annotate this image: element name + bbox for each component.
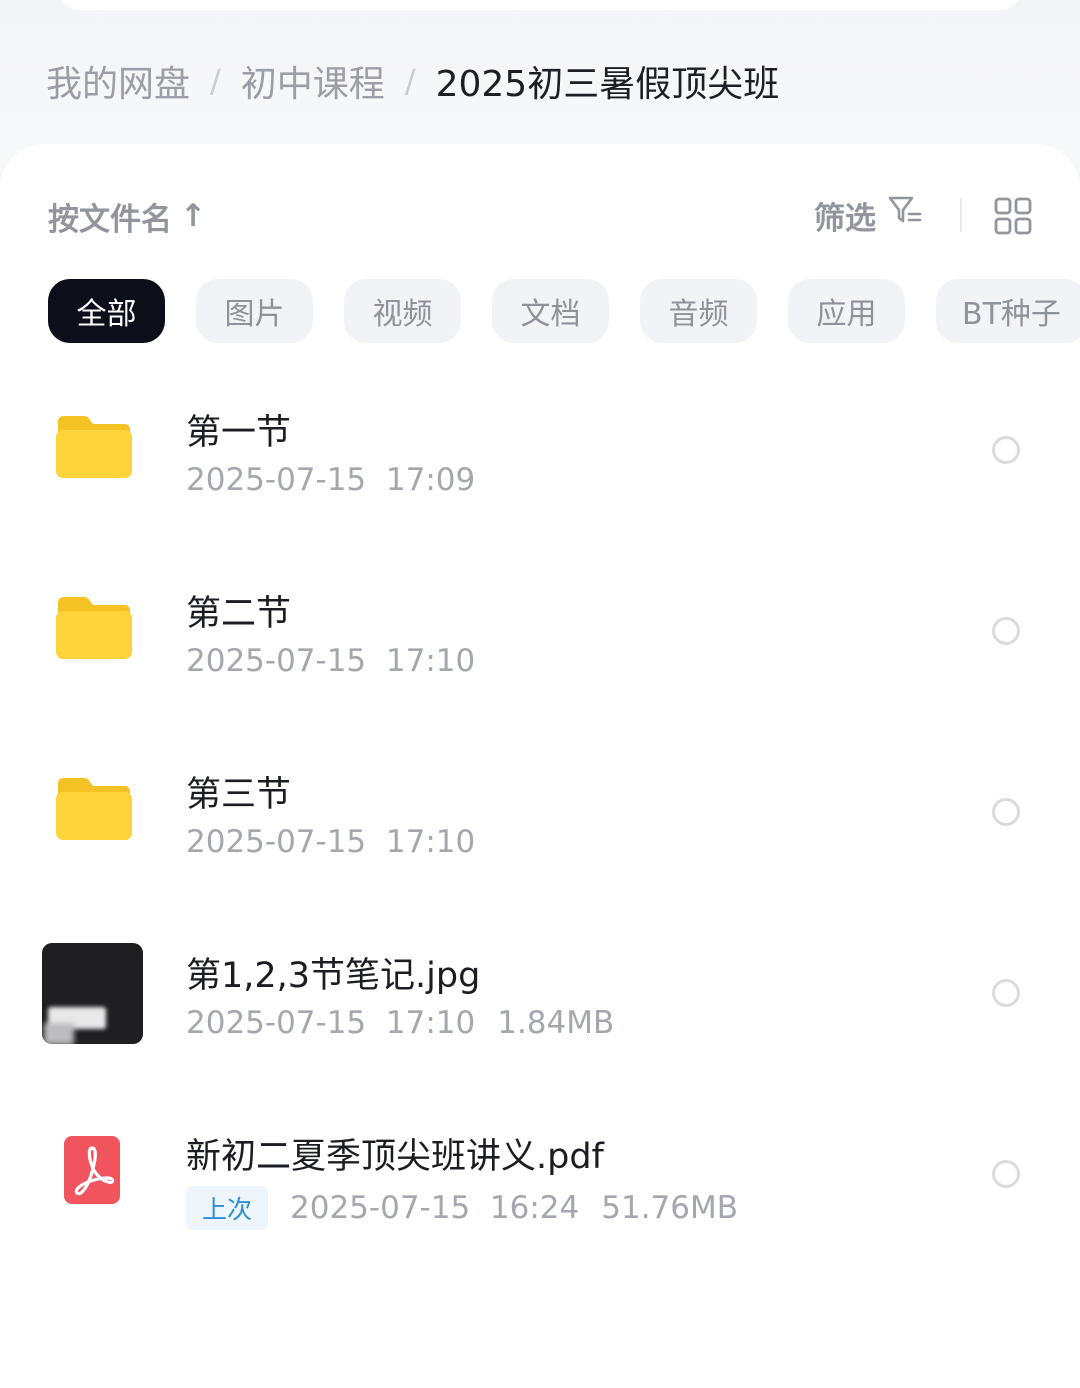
- breadcrumb-item-junior-courses[interactable]: 初中课程: [241, 55, 385, 107]
- chip-documents[interactable]: 文档: [492, 279, 609, 343]
- breadcrumb: 我的网盘 / 初中课程 / 2025初三暑假顶尖班: [46, 56, 779, 106]
- filter-label: 筛选: [814, 200, 876, 237]
- file-row[interactable]: 第二节 2025-07-15 17:10: [0, 541, 1080, 722]
- file-list: 第一节 2025-07-15 17:09 第二节 2025-07-15 17:1…: [0, 360, 1080, 1265]
- grid-view-icon[interactable]: [994, 197, 1032, 235]
- breadcrumb-item-my-drive[interactable]: 我的网盘: [46, 55, 190, 107]
- file-meta: 2025-07-15 17:10: [186, 824, 475, 860]
- filter-icon: [888, 195, 922, 235]
- last-opened-tag: 上次: [186, 1186, 269, 1230]
- file-row[interactable]: 新初二夏季顶尖班讲义.pdf 上次 2025-07-15 16:24 51.76…: [0, 1084, 1080, 1265]
- breadcrumb-separator: /: [404, 62, 416, 100]
- toolbar-divider: [960, 198, 962, 232]
- file-name: 第一节: [186, 413, 292, 453]
- file-size: 51.76MB: [601, 1190, 739, 1226]
- file-meta: 2025-07-15 17:09: [186, 462, 475, 498]
- chip-videos[interactable]: 视频: [344, 279, 461, 343]
- select-checkbox[interactable]: [992, 798, 1020, 826]
- file-meta: 2025-07-15 17:10: [186, 643, 475, 679]
- folder-icon: [42, 593, 142, 693]
- sort-button[interactable]: 按文件名 ↑: [48, 196, 206, 238]
- file-date: 2025-07-15 17:10: [186, 824, 476, 860]
- select-checkbox[interactable]: [992, 979, 1020, 1007]
- chip-all[interactable]: 全部: [48, 279, 165, 343]
- image-thumbnail: [42, 943, 143, 1044]
- breadcrumb-separator: /: [210, 62, 221, 100]
- file-meta: 2025-07-15 17:10 1.84MB: [186, 1005, 614, 1041]
- select-checkbox[interactable]: [992, 617, 1020, 645]
- top-edge-decoration: [60, 0, 1020, 10]
- file-date: 2025-07-15 17:09: [186, 462, 476, 498]
- file-date: 2025-07-15 16:24: [290, 1190, 580, 1226]
- chip-images[interactable]: 图片: [196, 279, 313, 343]
- file-name: 第三节: [186, 775, 292, 815]
- breadcrumb-current: 2025初三暑假顶尖班: [435, 64, 780, 105]
- file-row[interactable]: 第一节 2025-07-15 17:09: [0, 360, 1080, 541]
- file-type-chips: 全部 图片 视频 文档 音频 应用 BT种子: [48, 279, 1080, 343]
- chip-bt-torrents[interactable]: BT种子: [936, 279, 1080, 343]
- chip-apps[interactable]: 应用: [788, 279, 905, 343]
- select-checkbox[interactable]: [992, 436, 1020, 464]
- sort-arrow-icon: ↑: [180, 198, 206, 234]
- file-row[interactable]: 第三节 2025-07-15 17:10: [0, 722, 1080, 903]
- filter-button[interactable]: 筛选: [814, 194, 922, 237]
- file-name: 第1,2,3节笔记.jpg: [186, 956, 481, 996]
- file-meta: 上次 2025-07-15 16:24 51.76MB: [186, 1186, 738, 1230]
- file-name: 新初二夏季顶尖班讲义.pdf: [186, 1137, 604, 1177]
- file-row[interactable]: 第1,2,3节笔记.jpg 2025-07-15 17:10 1.84MB: [0, 903, 1080, 1084]
- select-checkbox[interactable]: [992, 1160, 1020, 1188]
- file-size: 1.84MB: [497, 1005, 615, 1041]
- file-name: 第二节: [186, 594, 292, 634]
- pdf-icon: [42, 1134, 142, 1234]
- folder-icon: [42, 412, 142, 512]
- folder-icon: [42, 774, 142, 874]
- file-date: 2025-07-15 17:10: [186, 1005, 476, 1041]
- sort-label: 按文件名: [48, 201, 172, 238]
- chip-audio[interactable]: 音频: [640, 279, 757, 343]
- file-date: 2025-07-15 17:10: [186, 643, 476, 679]
